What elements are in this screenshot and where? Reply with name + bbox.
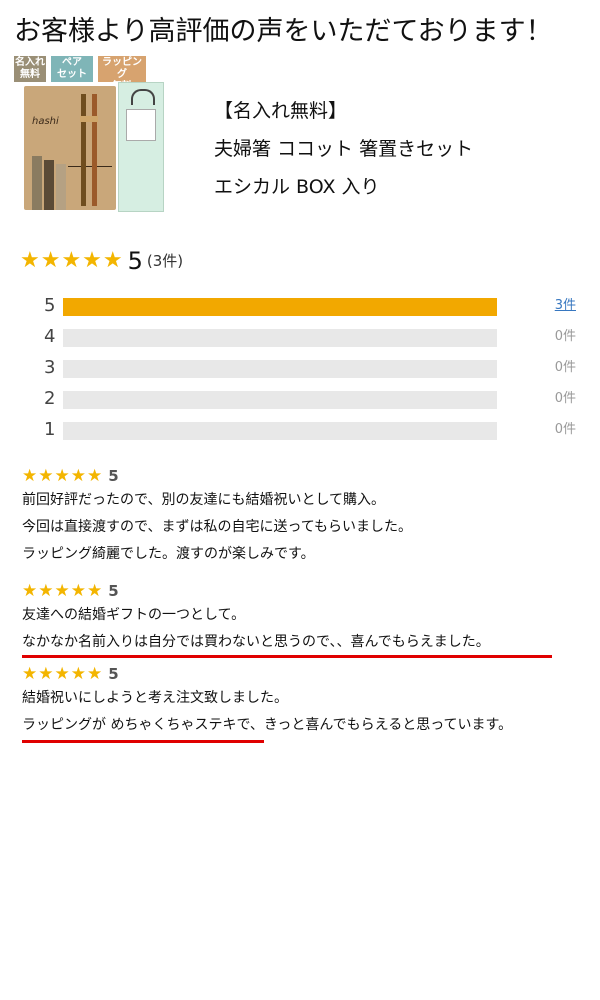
- rating-bar: [63, 298, 497, 316]
- rating-count: 0件: [554, 360, 576, 375]
- review-star-icon: ★★★★★: [22, 664, 104, 684]
- product-title: 【名入れ無料】 夫婦箸 ココット 箸置きセット エシカル BOX 入り: [214, 92, 594, 206]
- review-score: 5: [108, 467, 119, 485]
- review-text: 結婚祝いにしようと考え注文致しました。: [22, 690, 288, 706]
- star-rating-icon: ★★★★★: [20, 248, 124, 273]
- badge-wrapping-free: ラッピング 無料: [98, 56, 146, 92]
- chopstick-case: [44, 160, 54, 210]
- highlight-underline: [22, 655, 552, 658]
- review-score: 5: [108, 582, 119, 600]
- bag-label: [126, 109, 156, 141]
- rating-row-5: 5 3件: [0, 295, 600, 317]
- rating-count: 0件: [554, 329, 576, 344]
- rating-bar: [63, 422, 497, 440]
- review-item: ★★★★★ 5 前回好評だったので、別の友達にも結婚祝いとして購入。 今回は直接…: [22, 465, 592, 568]
- badge-line: 無料: [20, 69, 40, 80]
- review-text: 友達への結婚ギフトの一つとして。: [22, 607, 246, 623]
- box-logo: hashi: [32, 116, 59, 127]
- review-text: 前回好評だったので、別の友達にも結婚祝いとして購入。: [22, 492, 386, 508]
- rating-summary: ★★★★★ 5 (3件): [20, 246, 183, 276]
- review-text: なかなか名前入りは自分では買わないと思うので、、喜んでもらえました。: [22, 634, 490, 650]
- chopstick: [81, 94, 86, 206]
- rating-bar: [63, 329, 497, 347]
- badge-line: セット: [57, 69, 87, 80]
- rating-bar: [63, 391, 497, 409]
- review-score: 5: [108, 665, 119, 683]
- chopstick-case: [32, 156, 42, 210]
- review-star-icon: ★★★★★: [22, 466, 104, 486]
- average-rating: 5: [127, 247, 143, 275]
- rating-level: 4: [44, 326, 56, 347]
- badge-pair-set: ペア セット: [51, 56, 93, 82]
- rating-row-3: 3 0件: [0, 357, 600, 379]
- badge-line: ペア: [62, 57, 82, 68]
- rating-row-2: 2 0件: [0, 388, 600, 410]
- review-text: ラッピング綺麗でした。渡すのが楽しみです。: [22, 546, 315, 562]
- bag-handle: [131, 89, 155, 105]
- chopstick-band: [80, 116, 98, 122]
- box-ribbon: [68, 166, 112, 167]
- rating-count: 0件: [554, 391, 576, 406]
- rating-level: 3: [44, 357, 56, 378]
- badge-name-free: 名入れ 無料: [14, 56, 46, 82]
- chopstick: [92, 94, 97, 206]
- page-headline: お客様より高評価の声をいただております！: [14, 16, 553, 47]
- review-star-icon: ★★★★★: [22, 581, 104, 601]
- chopstick-case: [56, 164, 66, 210]
- review-text: ラッピングが めちゃくちゃステキで、きっと喜んでもらえると思っています。: [22, 717, 513, 733]
- rating-count-link[interactable]: 3件: [555, 295, 576, 317]
- badge-line: ラッピング: [102, 57, 142, 80]
- product-title-line: 夫婦箸 ココット 箸置きセット: [214, 138, 474, 160]
- rating-row-1: 1 0件: [0, 419, 600, 441]
- highlight-underline: [22, 740, 264, 743]
- review-item: ★★★★★ 5 結婚祝いにしようと考え注文致しました。 ラッピングが めちゃくち…: [22, 663, 592, 743]
- rating-level: 2: [44, 388, 56, 409]
- rating-row-4: 4 0件: [0, 326, 600, 348]
- rating-level: 5: [44, 295, 56, 316]
- review-item: ★★★★★ 5 友達への結婚ギフトの一つとして。 なかなか名前入りは自分では買わ…: [22, 580, 592, 658]
- review-count: (3件): [146, 252, 184, 270]
- rating-bar-fill: [63, 298, 497, 316]
- rating-level: 1: [44, 419, 56, 440]
- rating-bar: [63, 360, 497, 378]
- product-image: 名入れ 無料 ペア セット ラッピング 無料 hashi: [14, 56, 164, 214]
- review-text: 今回は直接渡すので、まずは私の自宅に送ってもらいました。: [22, 519, 413, 535]
- product-title-line: エシカル BOX 入り: [214, 176, 380, 198]
- gift-bag: [118, 82, 164, 212]
- product-title-line: 【名入れ無料】: [214, 100, 348, 122]
- rating-count: 0件: [554, 422, 576, 437]
- badge-line: 名入れ: [15, 57, 45, 68]
